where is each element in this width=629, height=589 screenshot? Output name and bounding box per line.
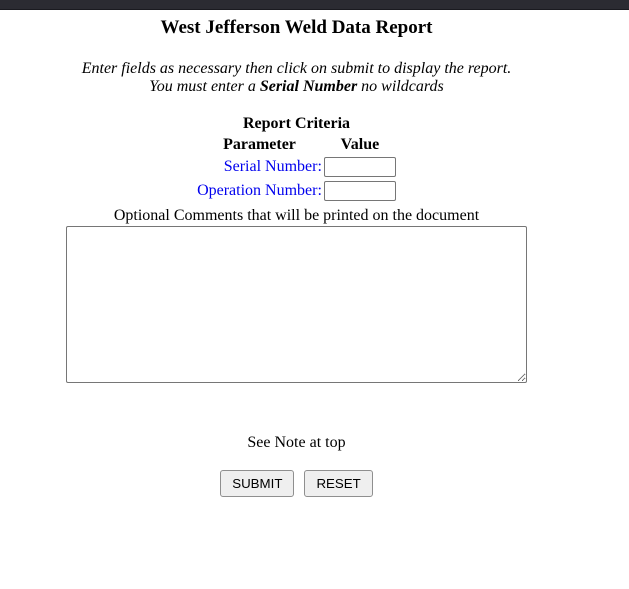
instructions-line2-prefix: You must enter a <box>149 78 260 95</box>
comments-label: Optional Comments that will be printed o… <box>0 207 593 225</box>
serial-number-label[interactable]: Serial Number: <box>196 155 323 179</box>
top-bar <box>0 0 629 10</box>
table-row: Serial Number: <box>196 155 397 179</box>
criteria-heading: Report Criteria <box>0 115 593 133</box>
instructions-line2-suffix: no wildcards <box>357 78 444 95</box>
button-row: SUBMIT RESET <box>0 470 593 497</box>
instructions: Enter fields as necessary then click on … <box>0 60 593 96</box>
form-content: West Jefferson Weld Data Report Enter fi… <box>0 17 593 497</box>
submit-button[interactable]: SUBMIT <box>220 470 294 497</box>
column-header-value: Value <box>323 135 397 155</box>
page-title: West Jefferson Weld Data Report <box>0 17 593 39</box>
table-row: Operation Number: <box>196 179 397 203</box>
instructions-line1: Enter fields as necessary then click on … <box>82 60 512 77</box>
note-line: See Note at top <box>0 434 593 452</box>
operation-number-input[interactable] <box>324 181 396 201</box>
serial-number-cell <box>323 155 397 179</box>
criteria-table: Parameter Value Serial Number: Operation… <box>196 135 397 203</box>
column-header-parameter: Parameter <box>196 135 323 155</box>
criteria-header-row: Parameter Value <box>196 135 397 155</box>
serial-number-input[interactable] <box>324 157 396 177</box>
operation-number-cell <box>323 179 397 203</box>
page: West Jefferson Weld Data Report Enter fi… <box>0 0 629 589</box>
reset-button[interactable]: RESET <box>304 470 372 497</box>
instructions-serial-number-emphasis: Serial Number <box>260 78 357 95</box>
comments-textarea[interactable] <box>66 226 527 383</box>
operation-number-label[interactable]: Operation Number: <box>196 179 323 203</box>
